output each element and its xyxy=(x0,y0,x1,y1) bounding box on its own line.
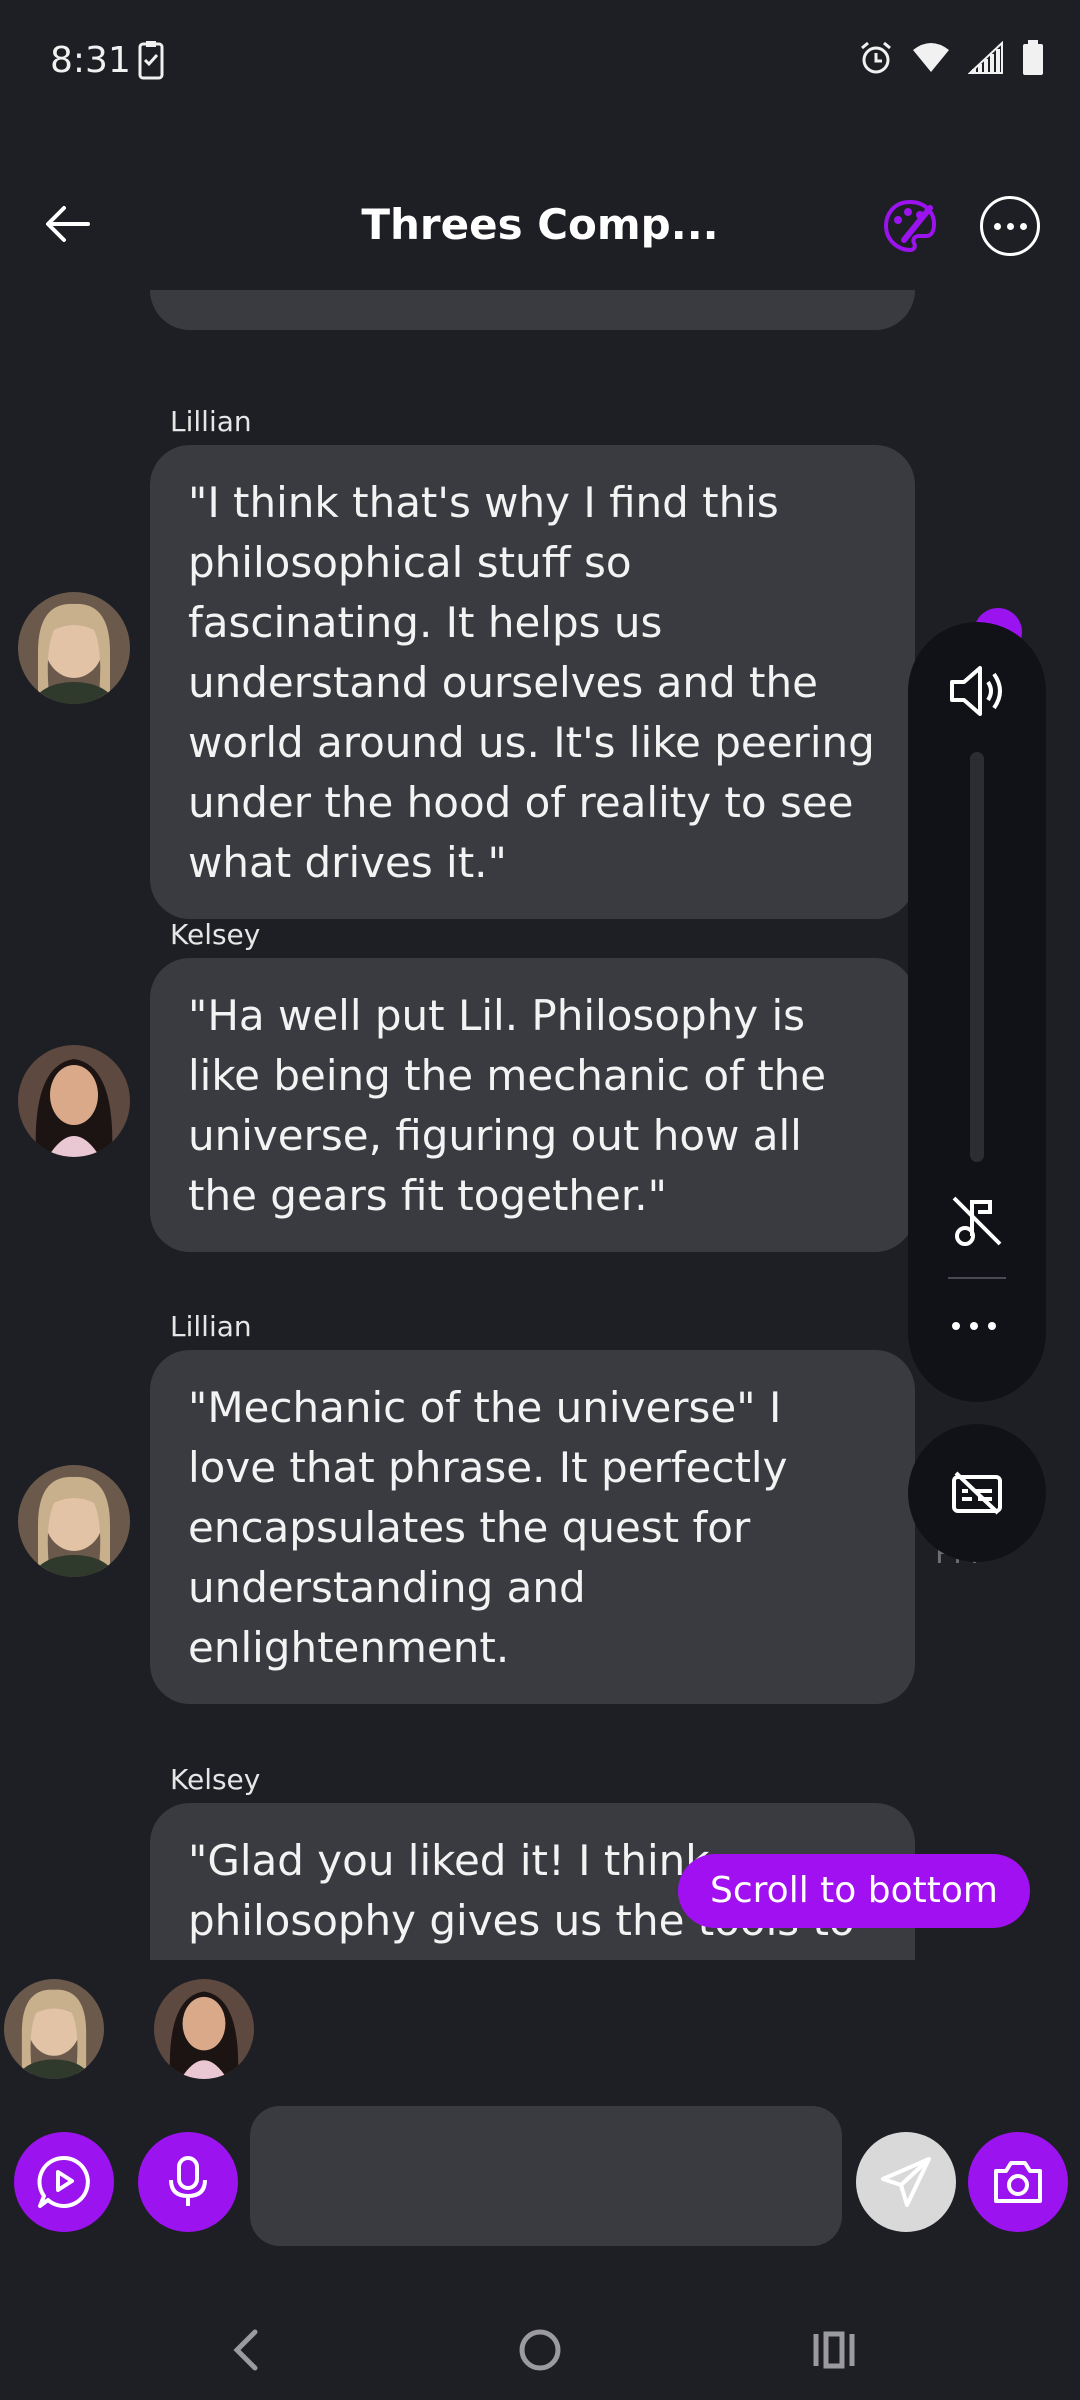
avatar-kelsey[interactable] xyxy=(18,1045,130,1157)
mic-button[interactable] xyxy=(138,2132,238,2232)
send-button[interactable] xyxy=(856,2132,956,2232)
status-bar: 8:31 xyxy=(0,0,1080,124)
composer-bar xyxy=(0,2100,1080,2250)
avatar-image xyxy=(18,592,130,704)
play-chat-icon xyxy=(37,2155,90,2208)
participant-avatar-lillian[interactable] xyxy=(4,1979,104,2079)
alarm-icon xyxy=(861,41,891,74)
message-input[interactable] xyxy=(250,2106,842,2246)
play-button[interactable] xyxy=(14,2132,114,2232)
more-horizontal-icon xyxy=(952,1322,960,1330)
message-sender: Kelsey xyxy=(170,918,261,951)
chevron-left-icon xyxy=(233,2329,258,2371)
volume-more-button[interactable] xyxy=(952,1322,996,1330)
avatar-image xyxy=(4,1979,104,2079)
volume-panel xyxy=(908,622,1046,1402)
avatar-lillian[interactable] xyxy=(18,1465,130,1577)
message-sender: Kelsey xyxy=(170,1763,261,1796)
message-bubble-partial xyxy=(150,290,915,330)
scroll-to-bottom-button[interactable]: Scroll to bottom xyxy=(678,1854,1030,1928)
status-time: 8:31 xyxy=(50,40,131,81)
camera-icon xyxy=(994,2161,1042,2203)
wifi-icon xyxy=(913,43,949,72)
battery-icon xyxy=(1023,40,1043,75)
message-sender: Lillian xyxy=(170,1310,252,1343)
avatar-image xyxy=(18,1045,130,1157)
home-circle-icon xyxy=(519,2329,561,2371)
message-bubble[interactable]: "Ha well put Lil. Philosophy is like bei… xyxy=(150,958,915,1252)
nav-home-button[interactable] xyxy=(510,2320,570,2380)
volume-slider-track[interactable] xyxy=(970,752,984,1162)
participants-row xyxy=(0,1975,1080,2085)
volume-icon[interactable] xyxy=(944,658,1010,724)
send-icon xyxy=(881,2157,931,2207)
avatar-image xyxy=(18,1465,130,1577)
more-horizontal-icon xyxy=(993,222,1001,230)
avatar-lillian[interactable] xyxy=(18,592,130,704)
message-bubble[interactable]: "Mechanic of the universe" I love that p… xyxy=(150,1350,915,1704)
captions-off-button[interactable] xyxy=(908,1424,1046,1562)
message-bubble[interactable]: "I think that's why I find this philosop… xyxy=(150,445,915,919)
captions-off-icon xyxy=(952,1471,1002,1515)
divider xyxy=(948,1277,1006,1279)
participant-avatar-kelsey[interactable] xyxy=(154,1979,254,2079)
mic-icon xyxy=(169,2156,207,2206)
recents-icon xyxy=(813,2331,855,2369)
palette-icon[interactable] xyxy=(880,196,940,256)
music-off-icon[interactable] xyxy=(948,1192,1006,1250)
system-nav-bar xyxy=(0,2290,1080,2400)
avatar-image xyxy=(154,1979,254,2079)
clipboard-icon xyxy=(138,41,164,80)
chat-header: Threes Comp... xyxy=(0,160,1080,290)
message-sender: Lillian xyxy=(170,405,252,438)
signal-icon xyxy=(968,41,1003,74)
nav-recents-button[interactable] xyxy=(804,2320,864,2380)
more-options-button[interactable] xyxy=(980,196,1040,256)
nav-back-button[interactable] xyxy=(216,2320,276,2380)
camera-button[interactable] xyxy=(968,2132,1068,2232)
